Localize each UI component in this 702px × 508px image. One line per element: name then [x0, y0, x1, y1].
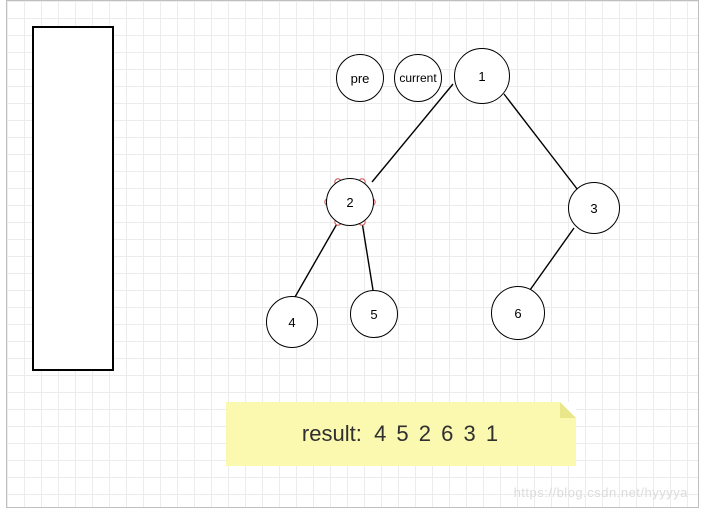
note-fold-icon — [560, 402, 576, 418]
tree-node-6: 6 — [491, 286, 545, 340]
stack-box — [32, 26, 114, 371]
node-label: pre — [351, 71, 370, 86]
tree-node-5: 5 — [350, 290, 398, 338]
node-label: current — [399, 71, 436, 85]
node-pre: pre — [336, 54, 384, 102]
node-label: 6 — [514, 306, 521, 321]
node-label: 1 — [478, 69, 485, 84]
tree-node-3: 3 — [568, 182, 620, 234]
node-label: 5 — [370, 307, 377, 322]
result-note: result: 4 5 2 6 3 1 — [226, 402, 576, 466]
tree-node-1: 1 — [454, 48, 510, 104]
node-current: current — [394, 54, 442, 102]
tree-node-2[interactable]: 2 — [326, 178, 374, 226]
node-label: 3 — [590, 201, 597, 216]
tree-node-4: 4 — [266, 296, 318, 348]
node-label: 2 — [346, 195, 353, 210]
node-label: 4 — [288, 315, 295, 330]
result-label: result: — [302, 421, 362, 446]
result-text: result: 4 5 2 6 3 1 — [302, 421, 500, 447]
result-values: 4 5 2 6 3 1 — [374, 421, 500, 446]
